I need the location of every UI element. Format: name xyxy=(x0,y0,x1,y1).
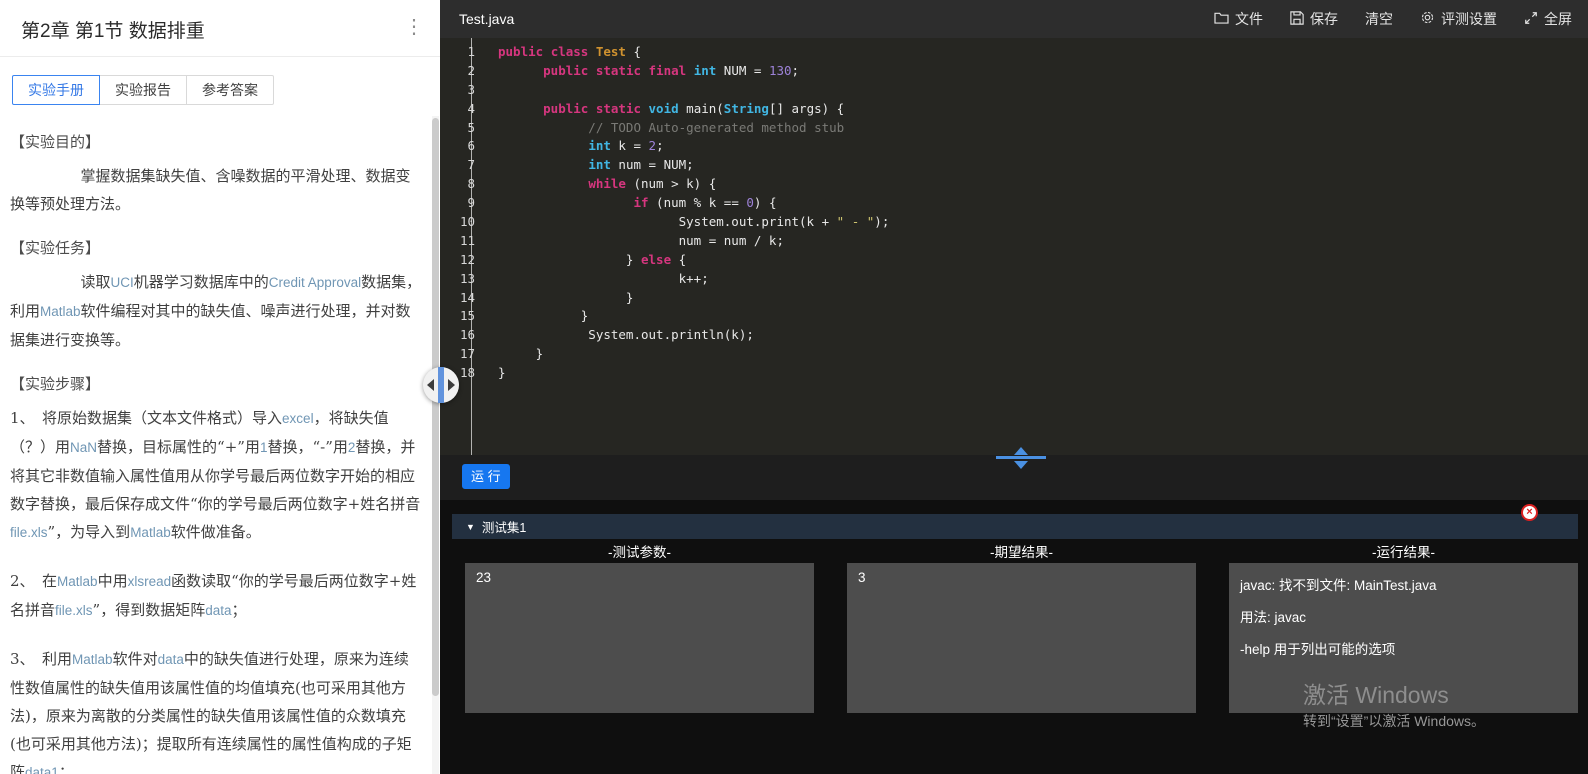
test-set-label: 测试集1 xyxy=(482,517,526,536)
editor-filename: Test.java xyxy=(459,0,514,38)
tab-reference-answer[interactable]: 参考答案 xyxy=(186,75,274,105)
splitter-line xyxy=(996,456,1046,459)
save-button[interactable]: 保存 xyxy=(1290,9,1338,29)
tab-lab-report[interactable]: 实验报告 xyxy=(99,75,187,105)
test-params-box[interactable]: 23 xyxy=(465,563,814,713)
run-button[interactable]: 运 行 xyxy=(462,464,510,489)
editor-console-splitter[interactable] xyxy=(996,446,1046,470)
clear-button-label: 清空 xyxy=(1365,9,1393,29)
fullscreen-button[interactable]: 全屏 xyxy=(1524,9,1572,29)
column-run-result: -运行结果- xyxy=(1229,541,1578,561)
task-body: 读取UCI机器学习数据库中的Credit Approval数据集，利用Matla… xyxy=(10,268,422,354)
chevron-down-icon xyxy=(1014,461,1028,469)
test-set-header[interactable]: ▼ 测试集1 xyxy=(452,514,1578,539)
clear-button[interactable]: 清空 xyxy=(1365,9,1393,29)
steps-heading: 【实验步骤】 xyxy=(10,370,422,398)
windows-watermark-title: 激活 Windows xyxy=(1303,676,1449,710)
kebab-menu-icon[interactable]: ⋮ xyxy=(404,14,424,40)
page-title: 第2章 第1节 数据排重 xyxy=(21,16,205,43)
judge-settings-button[interactable]: 评测设置 xyxy=(1420,9,1497,29)
close-icon[interactable]: × xyxy=(1521,504,1538,521)
save-icon xyxy=(1290,11,1304,28)
editor-topbar: Test.java 文件 保存 清空 评测设置 全屏 xyxy=(440,0,1588,38)
manual-content: 【实验目的】 掌握数据集缺失值、含噪数据的平滑处理、数据变换等预处理方法。 【实… xyxy=(0,116,430,774)
lesson-panel: 第2章 第1节 数据排重 ⋮ 实验手册 实验报告 参考答案 【实验目的】 掌握数… xyxy=(0,0,440,774)
fullscreen-label: 全屏 xyxy=(1544,9,1572,29)
tab-lab-manual[interactable]: 实验手册 xyxy=(12,75,100,105)
expected-result-box[interactable]: 3 xyxy=(847,563,1196,713)
caret-down-icon: ▼ xyxy=(466,522,475,532)
judge-settings-label: 评测设置 xyxy=(1441,9,1497,29)
file-button-label: 文件 xyxy=(1235,9,1263,29)
chevron-up-icon xyxy=(1014,447,1028,455)
lesson-tabs: 实验手册 实验报告 参考答案 xyxy=(12,75,274,105)
step-1: 1、 将原始数据集（文本文件格式）导入excel，将缺失值（？）用NaN替换，目… xyxy=(10,404,422,547)
manual-scrollbar-thumb[interactable] xyxy=(432,118,439,696)
fullscreen-icon xyxy=(1524,11,1538,28)
step-3: 3、 利用Matlab软件对data中的缺失值进行处理，原来为连续性数值属性的缺… xyxy=(10,645,422,774)
expand-right-icon xyxy=(448,379,455,391)
task-heading: 【实验任务】 xyxy=(10,234,422,262)
column-expected: -期望结果- xyxy=(847,541,1196,561)
panel-splitter-handle[interactable] xyxy=(423,367,459,403)
manual-scrollbar xyxy=(432,116,439,774)
file-button[interactable]: 文件 xyxy=(1214,9,1263,29)
windows-watermark-subtitle: 转到“设置”以激活 Windows。 xyxy=(1303,711,1485,731)
splitter-bar xyxy=(438,367,444,403)
lesson-header: 第2章 第1节 数据排重 ⋮ xyxy=(0,0,440,57)
step-2: 2、 在Matlab中用xlsread函数读取“你的学号最后两位数字+姓名拼音f… xyxy=(10,567,422,625)
objective-heading: 【实验目的】 xyxy=(10,128,422,156)
collapse-left-icon xyxy=(427,379,434,391)
folder-icon xyxy=(1214,11,1229,27)
code-lines: 1public class Test {2 public static fina… xyxy=(440,43,1588,383)
editor-actions: 文件 保存 清空 评测设置 全屏 xyxy=(1214,0,1572,38)
code-editor[interactable]: 1public class Test {2 public static fina… xyxy=(440,38,1588,455)
gear-icon xyxy=(1420,10,1435,28)
result-column-headers: -测试参数- -期望结果- -运行结果- xyxy=(465,541,1578,561)
save-button-label: 保存 xyxy=(1310,9,1338,29)
objective-body: 掌握数据集缺失值、含噪数据的平滑处理、数据变换等预处理方法。 xyxy=(10,162,422,218)
test-console: ▼ 测试集1 × -测试参数- -期望结果- -运行结果- 23 3 javac… xyxy=(440,500,1588,774)
column-test-params: -测试参数- xyxy=(465,541,814,561)
